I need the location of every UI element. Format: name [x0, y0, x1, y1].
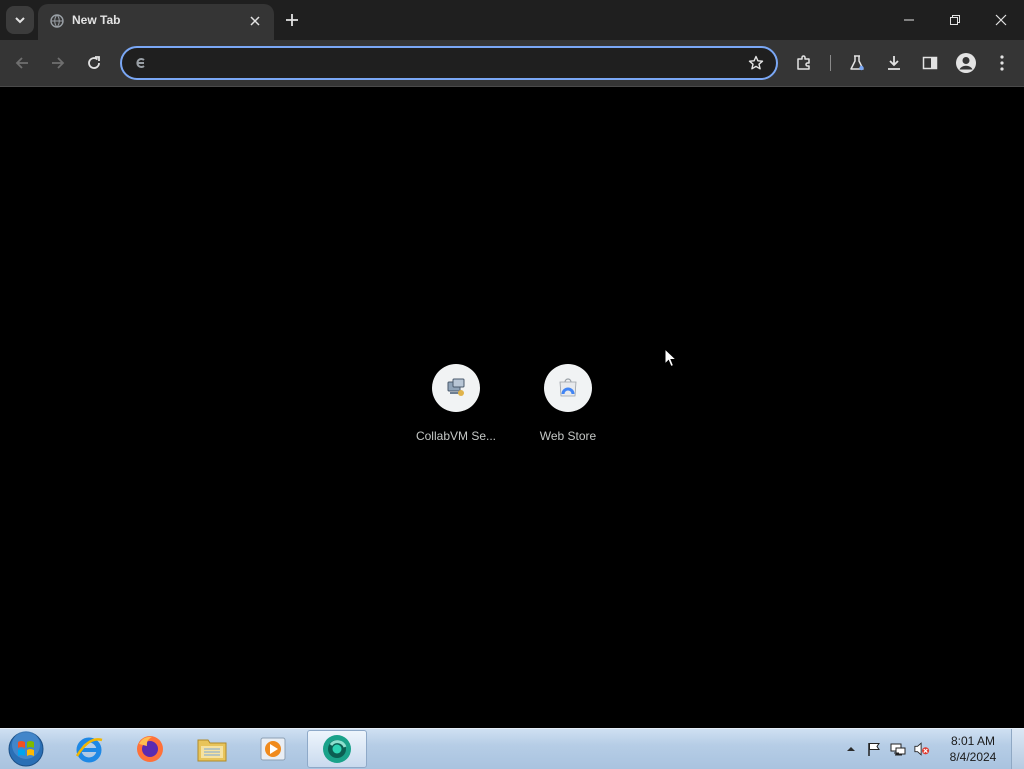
toolbar-divider	[830, 55, 831, 71]
network-button[interactable]	[890, 741, 906, 757]
side-panel-button[interactable]	[916, 49, 944, 77]
downloads-button[interactable]	[880, 49, 908, 77]
system-clock[interactable]: 8:01 AM 8/4/2024	[936, 733, 1010, 765]
new-tab-page: CollabVM Se... Web Store	[0, 87, 1024, 728]
firefox-icon	[137, 736, 163, 762]
profile-icon	[956, 53, 976, 73]
toolbar	[0, 40, 1024, 87]
arrow-right-icon	[52, 57, 65, 69]
back-button[interactable]	[8, 49, 36, 77]
flag-icon	[868, 743, 880, 756]
labs-flask-icon	[850, 55, 864, 71]
restore-icon	[950, 15, 960, 25]
chevron-down-icon	[15, 17, 25, 24]
taskbar-media-player[interactable]	[244, 730, 302, 768]
new-tab-button[interactable]	[280, 8, 304, 32]
shortcut-web-store[interactable]: Web Store	[512, 358, 624, 448]
file-explorer-icon	[197, 739, 227, 762]
shortcut-icon-circle	[544, 364, 592, 412]
extensions-icon	[797, 55, 810, 70]
omnibox[interactable]	[120, 46, 778, 80]
shortcut-collabvm[interactable]: CollabVM Se...	[400, 358, 512, 448]
clock-date: 8/4/2024	[949, 750, 997, 764]
close-icon	[250, 16, 260, 26]
tab-close-button[interactable]	[246, 12, 264, 30]
tab-search-button[interactable]	[6, 6, 34, 34]
star-icon	[748, 55, 764, 70]
collabvm-icon	[447, 378, 465, 396]
close-window-button[interactable]	[978, 0, 1024, 40]
labs-button[interactable]	[843, 49, 871, 77]
tab-new-tab[interactable]: New Tab	[38, 4, 274, 40]
taskbar: 8:01 AM 8/4/2024	[0, 728, 1024, 769]
start-button[interactable]	[6, 730, 46, 768]
reload-icon	[88, 56, 100, 69]
address-input[interactable]	[156, 53, 740, 75]
tab-title: New Tab	[72, 13, 121, 27]
mouse-cursor-icon	[664, 348, 678, 368]
network-icon	[890, 743, 906, 756]
download-icon	[888, 56, 900, 70]
shortcut-icon-circle	[432, 364, 480, 412]
arrow-left-icon	[15, 57, 28, 69]
reload-button[interactable]	[80, 49, 108, 77]
clock-time: 8:01 AM	[950, 734, 996, 748]
media-player-icon	[260, 737, 286, 761]
minimize-icon	[904, 19, 914, 21]
profile-button[interactable]	[952, 49, 980, 77]
internet-explorer-icon	[75, 737, 103, 763]
web-store-icon	[559, 378, 577, 397]
shortcut-label: CollabVM Se...	[415, 429, 497, 443]
volume-button[interactable]	[914, 741, 930, 757]
windows-orb-icon	[8, 731, 44, 767]
taskbar-internet-explorer[interactable]	[60, 730, 118, 768]
shortcut-label: Web Store	[539, 429, 597, 443]
show-hidden-icons-button[interactable]	[843, 741, 859, 757]
menu-button[interactable]	[988, 49, 1016, 77]
side-panel-icon	[922, 56, 938, 70]
chevron-up-icon	[847, 747, 855, 751]
kebab-menu-icon	[1000, 55, 1004, 71]
extensions-button[interactable]	[790, 49, 818, 77]
tab-strip: New Tab	[0, 0, 1024, 40]
close-icon	[995, 14, 1007, 26]
plus-icon	[286, 14, 298, 26]
taskbar-firefox[interactable]	[121, 730, 179, 768]
chrome-app-icon	[323, 735, 351, 763]
restore-button[interactable]	[932, 0, 978, 40]
search-engine-icon	[132, 55, 148, 71]
action-center-button[interactable]	[866, 741, 882, 757]
minimize-button[interactable]	[886, 0, 932, 40]
taskbar-file-explorer[interactable]	[183, 730, 241, 768]
bookmark-star-button[interactable]	[746, 53, 766, 73]
taskbar-chrome[interactable]	[307, 730, 367, 768]
forward-button[interactable]	[44, 49, 72, 77]
globe-icon	[50, 14, 64, 28]
volume-muted-icon	[914, 742, 930, 756]
show-desktop-button[interactable]	[1011, 729, 1024, 769]
